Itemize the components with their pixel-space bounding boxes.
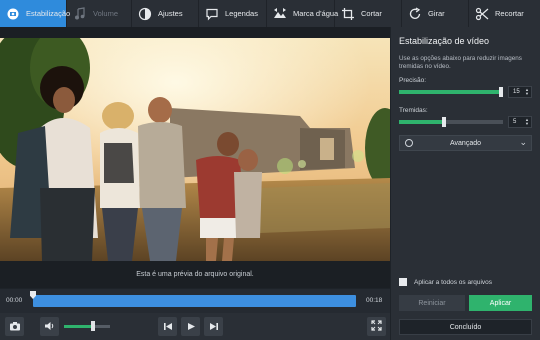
shakiness-value: 5 xyxy=(513,119,517,125)
stabilization-panel: Estabilização de vídeo Use as opções aba… xyxy=(391,27,540,340)
stabilize-icon xyxy=(6,7,20,21)
fullscreen-button[interactable] xyxy=(367,317,386,336)
apply-all-label: Aplicar a todos os arquivos xyxy=(414,278,493,286)
speaker-icon xyxy=(44,318,56,336)
shakiness-knob[interactable] xyxy=(441,117,446,127)
crop-icon xyxy=(341,7,355,21)
precision-input[interactable]: 15 ▲ ▼ xyxy=(508,86,532,98)
tab-stabilization-label: Estabilização xyxy=(26,9,71,18)
current-time: 00:00 xyxy=(6,297,23,304)
precision-value: 15 xyxy=(513,89,520,95)
tab-stabilization[interactable]: Estabilização xyxy=(0,0,71,27)
skip-back-icon xyxy=(163,318,173,336)
previous-button[interactable] xyxy=(158,317,177,336)
volume-slider[interactable] xyxy=(64,321,110,331)
contrast-icon xyxy=(138,7,152,21)
watermark-icon xyxy=(273,7,287,21)
tab-watermark[interactable]: Marca d'água xyxy=(267,0,339,27)
next-button[interactable] xyxy=(204,317,223,336)
precision-knob[interactable] xyxy=(499,87,503,97)
tab-subtitles[interactable]: Legendas xyxy=(199,0,267,27)
precision-fill xyxy=(399,90,503,94)
timeline: 00:00 00:18 xyxy=(0,289,390,313)
camera-icon xyxy=(9,318,21,336)
tab-rotate[interactable]: Girar xyxy=(402,0,469,27)
shakiness-label: Tremidas: xyxy=(399,107,428,114)
playback-controls xyxy=(0,313,390,340)
skip-forward-icon xyxy=(209,318,219,336)
tab-volume-label: Volume xyxy=(93,9,119,18)
precision-label: Precisão: xyxy=(399,77,427,84)
video-preview xyxy=(0,38,390,261)
tab-crop[interactable]: Cortar xyxy=(335,0,402,27)
music-note-icon xyxy=(73,6,87,21)
preview-caption: Esta é uma prévia do arquivo original. xyxy=(136,271,254,278)
play-icon xyxy=(186,318,196,336)
advanced-toggle[interactable]: Avançado ⌄ xyxy=(399,135,532,151)
preview-caption-bar: Esta é uma prévia do arquivo original. xyxy=(0,261,390,288)
play-button[interactable] xyxy=(181,317,200,336)
tab-trim[interactable]: Recortar xyxy=(469,0,540,27)
tab-trim-label: Recortar xyxy=(495,9,524,18)
scissors-icon xyxy=(475,7,489,21)
apply-button[interactable]: Aplicar xyxy=(469,295,532,311)
rotate-icon xyxy=(408,6,422,21)
panel-title: Estabilização de vídeo xyxy=(399,36,490,46)
panel-description: Use as opções abaixo para reduzir imagen… xyxy=(399,55,522,70)
spinner-arrows-icon[interactable]: ▲ ▼ xyxy=(525,118,529,126)
volume-level xyxy=(64,325,93,328)
timeline-track[interactable] xyxy=(33,295,356,307)
effects-toolbar: Estabilização Volume Ajustes Legendas Ma… xyxy=(0,0,540,27)
tab-volume[interactable]: Volume xyxy=(67,0,132,27)
advanced-label: Avançado xyxy=(449,139,481,147)
fullscreen-icon xyxy=(371,318,382,336)
done-button[interactable]: Concluído xyxy=(399,319,532,335)
duration-time: 00:18 xyxy=(366,297,383,304)
tab-subtitles-label: Legendas xyxy=(225,9,258,18)
precision-slider[interactable] xyxy=(399,87,503,97)
tab-adjustments-label: Ajustes xyxy=(158,9,183,18)
spinner-arrows-icon[interactable]: ▲ ▼ xyxy=(525,88,529,96)
shakiness-slider[interactable] xyxy=(399,117,503,127)
checkbox-icon[interactable] xyxy=(399,278,407,286)
video-frame-image xyxy=(0,38,390,261)
shakiness-input[interactable]: 5 ▲ ▼ xyxy=(508,116,532,128)
shakiness-fill xyxy=(399,120,446,124)
tab-crop-label: Cortar xyxy=(361,9,382,18)
tab-watermark-label: Marca d'água xyxy=(293,9,339,18)
reset-button[interactable]: Reiniciar xyxy=(399,295,465,311)
snapshot-button[interactable] xyxy=(5,317,24,336)
chevron-down-icon: ⌄ xyxy=(519,137,527,147)
mute-button[interactable] xyxy=(40,317,59,336)
apply-all-checkbox[interactable]: Aplicar a todos os arquivos xyxy=(399,278,492,286)
subtitle-icon xyxy=(205,7,219,21)
tab-rotate-label: Girar xyxy=(428,9,445,18)
preview-top-band xyxy=(0,27,390,38)
volume-knob[interactable] xyxy=(90,321,95,331)
tab-adjustments[interactable]: Ajustes xyxy=(132,0,199,27)
radio-icon xyxy=(405,139,413,147)
